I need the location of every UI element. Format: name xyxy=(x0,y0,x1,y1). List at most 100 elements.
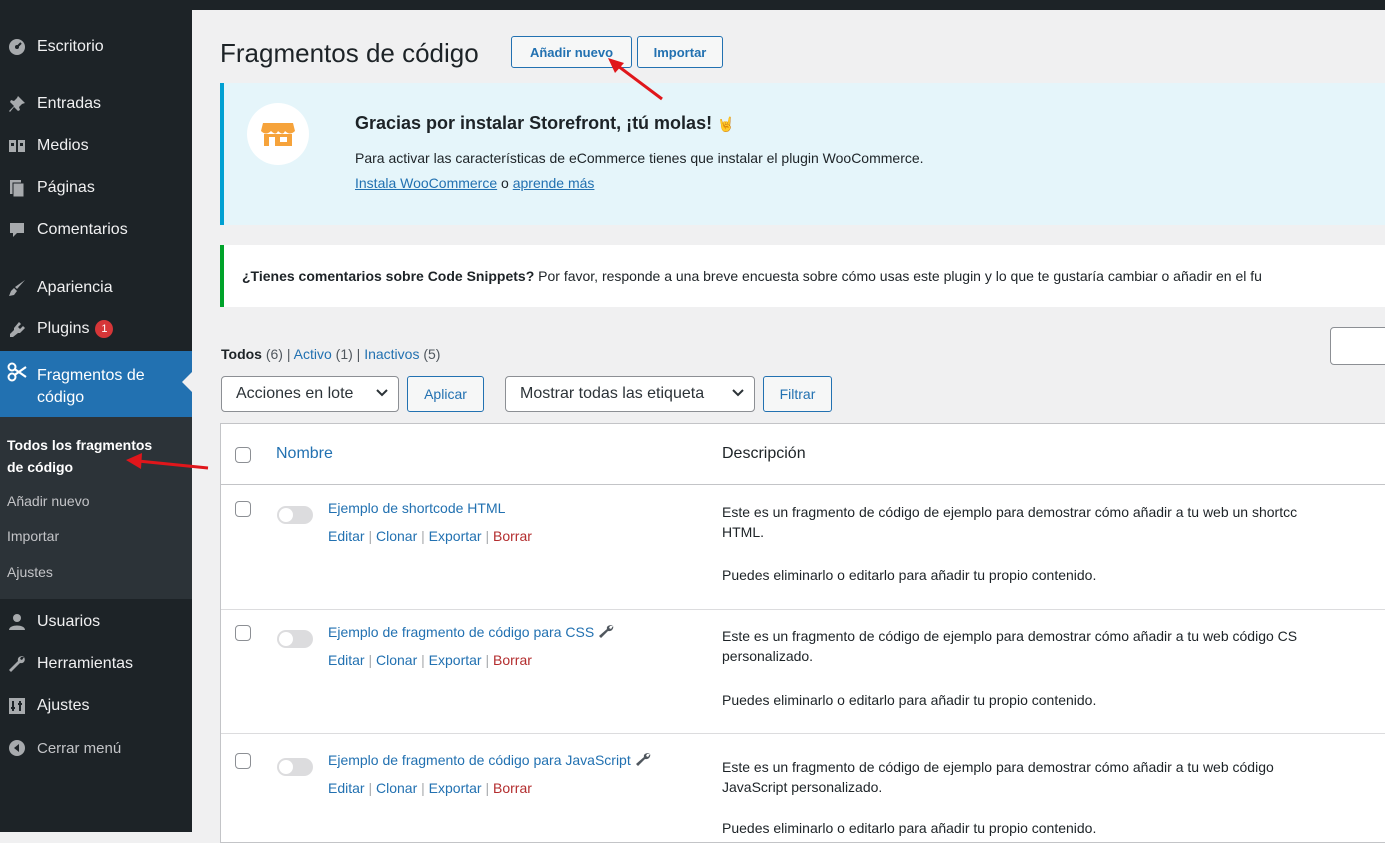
snippet-title-link[interactable]: Ejemplo de fragmento de código para CSS xyxy=(328,624,594,640)
wrench-icon xyxy=(635,752,651,770)
export-link[interactable]: Exportar xyxy=(429,528,482,544)
notice-text: Para activar las características de eCom… xyxy=(355,150,924,166)
select-all-checkbox[interactable] xyxy=(235,447,251,463)
row-actions: Editar | Clonar | Exportar | Borrar xyxy=(328,652,532,668)
sidebar-item-herramientas[interactable]: Herramientas xyxy=(0,644,192,684)
filter-active[interactable]: Activo xyxy=(294,346,332,362)
snippet-description: Este es un fragmento de código de ejempl… xyxy=(722,759,1274,795)
sidebar-item-plugins[interactable]: Plugins 1 xyxy=(0,309,192,349)
update-count-badge: 1 xyxy=(95,319,114,338)
snippet-description-note: Puedes eliminarlo o editarlo para añadir… xyxy=(722,820,1097,836)
sidebar-item-ajustes[interactable]: Ajustes xyxy=(0,686,192,726)
filter-button[interactable]: Filtrar xyxy=(763,376,832,412)
delete-link[interactable]: Borrar xyxy=(493,780,532,796)
delete-link[interactable]: Borrar xyxy=(493,528,532,544)
media-icon xyxy=(6,135,28,157)
feedback-bold: ¿Tienes comentarios sobre Code Snippets? xyxy=(242,268,535,284)
storefront-notice: Gracias por instalar Storefront, ¡tú mol… xyxy=(220,83,1385,225)
snippet-title-link[interactable]: Ejemplo de fragmento de código para Java… xyxy=(328,752,631,768)
sidebar-item-usuarios[interactable]: Usuarios xyxy=(0,602,192,642)
admin-bar xyxy=(192,0,1385,10)
sidebar-item-label: Usuarios xyxy=(37,613,101,630)
dashboard-icon xyxy=(6,36,28,58)
snippet-title-link[interactable]: Ejemplo de shortcode HTML xyxy=(328,500,505,516)
filter-inactive[interactable]: Inactivos xyxy=(364,346,419,362)
collapse-menu-button[interactable]: Cerrar menú xyxy=(0,728,192,768)
sidebar-item-escritorio[interactable]: Escritorio xyxy=(0,27,192,67)
bulk-actions-select[interactable]: Acciones en lote xyxy=(221,376,399,412)
snippets-table: Nombre Descripción Ejemplo de shortcode … xyxy=(220,423,1385,843)
sidebar-item-paginas[interactable]: Páginas xyxy=(0,168,192,208)
sidebar-item-label: Comentarios xyxy=(37,221,128,238)
sidebar-item-label: Cerrar menú xyxy=(37,739,122,757)
pages-icon xyxy=(6,177,28,199)
storefront-logo-icon xyxy=(247,103,309,165)
status-filter-links: Todos (6) | Activo (1) | Inactivos (5) xyxy=(221,346,441,362)
comments-icon xyxy=(6,219,28,241)
learn-more-link[interactable]: aprende más xyxy=(513,175,595,191)
edit-link[interactable]: Editar xyxy=(328,528,365,544)
snippet-toggle[interactable] xyxy=(277,630,313,648)
feedback-notice: ¿Tienes comentarios sobre Code Snippets?… xyxy=(220,245,1385,307)
row-checkbox[interactable] xyxy=(235,625,251,641)
snippet-description: Este es un fragmento de código de ejempl… xyxy=(722,628,1298,664)
tags-filter-select[interactable]: Mostrar todas las etiqueta xyxy=(505,376,755,412)
table-header: Nombre Descripción xyxy=(221,424,1385,485)
search-input[interactable] xyxy=(1330,327,1385,365)
sidebar-item-label: Herramientas xyxy=(37,655,134,672)
collapse-icon xyxy=(6,737,28,759)
snippet-toggle[interactable] xyxy=(277,506,313,524)
apply-button[interactable]: Aplicar xyxy=(407,376,484,412)
filter-all[interactable]: Todos xyxy=(221,346,262,362)
notice-connector: o xyxy=(501,175,509,191)
pin-icon xyxy=(6,93,28,115)
column-header-name[interactable]: Nombre xyxy=(276,445,333,463)
brush-icon xyxy=(6,277,28,299)
row-divider xyxy=(221,733,1385,734)
delete-link[interactable]: Borrar xyxy=(493,652,532,668)
page-title: Fragmentos de código xyxy=(220,38,479,68)
export-link[interactable]: Exportar xyxy=(429,652,482,668)
sidebar-item-label: Páginas xyxy=(37,179,95,196)
column-header-description: Descripción xyxy=(722,445,806,462)
export-link[interactable]: Exportar xyxy=(429,780,482,796)
wrench-icon xyxy=(6,653,28,675)
notice-title: Gracias por instalar Storefront, ¡tú mol… xyxy=(355,113,713,133)
sidebar-item-comentarios[interactable]: Comentarios xyxy=(0,210,192,250)
sidebar-item-entradas[interactable]: Entradas xyxy=(0,84,192,124)
feedback-text[interactable]: Por favor, responde a una breve encuesta… xyxy=(538,268,1262,284)
settings-icon xyxy=(6,695,28,717)
clone-link[interactable]: Clonar xyxy=(376,652,417,668)
annotation-arrow-all-snippets xyxy=(126,453,209,470)
row-checkbox[interactable] xyxy=(235,753,251,769)
sidebar-item-apariencia[interactable]: Apariencia xyxy=(0,268,192,308)
sidebar-submenu: Todos los fragmentos de código Añadir nu… xyxy=(0,417,192,599)
row-actions: Editar | Clonar | Exportar | Borrar xyxy=(328,780,532,796)
edit-link[interactable]: Editar xyxy=(328,780,365,796)
chevron-down-icon xyxy=(376,386,388,402)
snippet-description-note: Puedes eliminarlo o editarlo para añadir… xyxy=(722,567,1097,583)
sidebar-item-medios[interactable]: Medios xyxy=(0,126,192,166)
clone-link[interactable]: Clonar xyxy=(376,780,417,796)
snippet-description-note: Puedes eliminarlo o editarlo para añadir… xyxy=(722,692,1097,708)
sidebar-item-label: Fragmentos de xyxy=(37,367,145,384)
scissors-icon xyxy=(6,361,28,383)
admin-sidebar: Escritorio Entradas Medios Páginas Comen… xyxy=(0,0,192,832)
submenu-item-add-new[interactable]: Añadir nuevo xyxy=(7,493,90,509)
submenu-item-import[interactable]: Importar xyxy=(7,528,59,544)
annotation-arrow-add-new xyxy=(608,58,663,101)
sidebar-item-label: Medios xyxy=(37,137,89,154)
chevron-down-icon xyxy=(732,386,744,402)
wrench-icon xyxy=(598,624,614,642)
sidebar-item-label: Entradas xyxy=(37,95,102,112)
install-woocommerce-link[interactable]: Instala WooCommerce xyxy=(355,175,497,191)
submenu-item-settings[interactable]: Ajustes xyxy=(7,564,53,580)
sidebar-item-label: Ajustes xyxy=(37,697,90,714)
row-checkbox[interactable] xyxy=(235,501,251,517)
row-actions: Editar | Clonar | Exportar | Borrar xyxy=(328,528,532,544)
sidebar-item-fragmentos[interactable]: Fragmentos de código xyxy=(0,351,192,417)
clone-link[interactable]: Clonar xyxy=(376,528,417,544)
sidebar-item-label-line2: código xyxy=(37,389,85,406)
edit-link[interactable]: Editar xyxy=(328,652,365,668)
snippet-toggle[interactable] xyxy=(277,758,313,776)
